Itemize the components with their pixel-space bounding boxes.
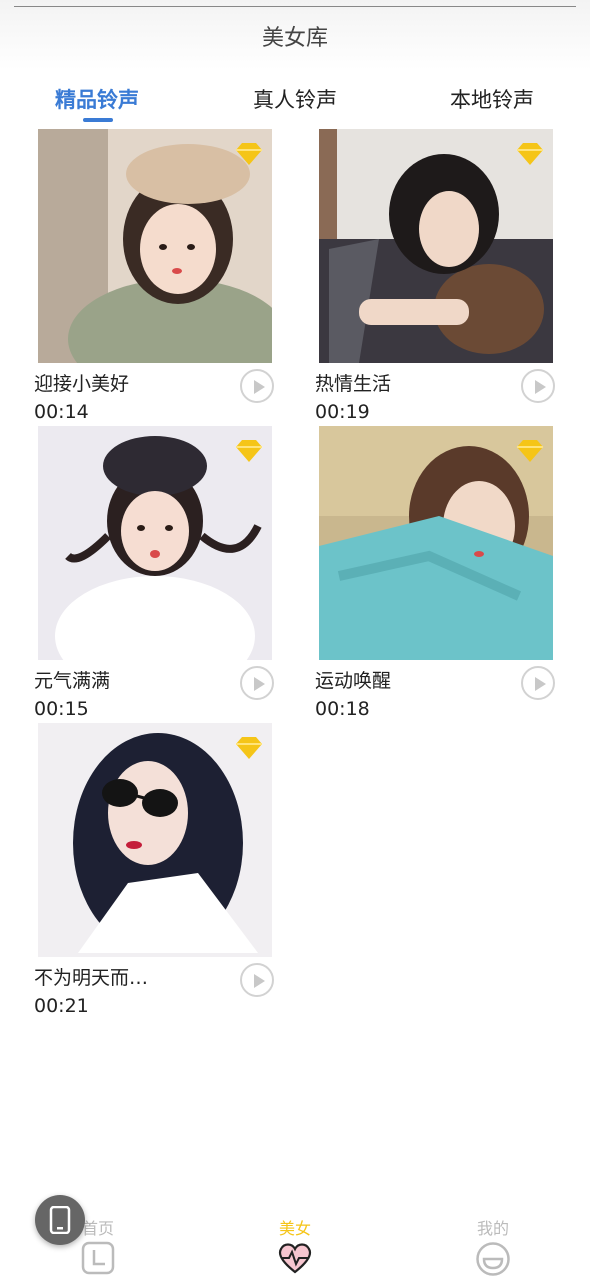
ringtone-thumbnail[interactable] (38, 426, 272, 660)
ringtone-card[interactable]: 不为明天而… 00:21 (34, 723, 274, 1017)
play-icon[interactable] (521, 369, 555, 403)
ringtone-title: 不为明天而… (34, 967, 149, 989)
nav-label: 我的 (476, 1219, 509, 1238)
status-line (14, 6, 576, 7)
floating-phone-button[interactable] (35, 1195, 85, 1245)
play-icon[interactable] (240, 369, 274, 403)
ringtone-thumbnail[interactable] (38, 129, 272, 363)
heart-icon (278, 1243, 312, 1274)
play-icon[interactable] (521, 666, 555, 700)
ringtone-duration: 00:18 (315, 698, 370, 720)
play-icon[interactable] (240, 666, 274, 700)
ringtone-title: 热情生活 (315, 373, 392, 395)
ringtone-duration: 00:14 (34, 401, 89, 423)
clock-icon (81, 1241, 115, 1275)
ringtone-title: 运动唤醒 (315, 670, 392, 692)
ringtone-thumbnail[interactable] (319, 129, 553, 363)
smile-icon (476, 1242, 510, 1276)
play-icon[interactable] (240, 963, 274, 997)
ringtone-card[interactable]: 运动唤醒 00:18 (315, 426, 555, 720)
premium-diamond-icon (236, 737, 262, 759)
premium-diamond-icon (236, 440, 262, 462)
ringtone-duration: 00:15 (34, 698, 89, 720)
tab-premium-ringtones[interactable]: 精品铃声 (55, 84, 139, 114)
nav-mine[interactable]: 我的 (463, 1215, 523, 1277)
ringtone-card[interactable]: 元气满满 00:15 (34, 426, 274, 720)
ringtone-duration: 00:19 (315, 401, 370, 423)
ringtone-thumbnail[interactable] (319, 426, 553, 660)
ringtone-title: 迎接小美好 (34, 373, 130, 395)
page-title: 美女库 (261, 26, 328, 51)
ringtone-duration: 00:21 (34, 995, 89, 1017)
ringtone-card[interactable]: 热情生活 00:19 (315, 129, 555, 423)
nav-beauty[interactable]: 美女 (265, 1215, 325, 1275)
tab-voice-ringtones[interactable]: 真人铃声 (253, 84, 337, 114)
phone-icon (49, 1206, 71, 1234)
tab-active-indicator (83, 118, 113, 122)
nav-label: 美女 (278, 1219, 311, 1238)
ringtone-title: 元气满满 (34, 670, 111, 692)
tab-local-ringtones[interactable]: 本地铃声 (450, 84, 534, 114)
ringtone-card[interactable]: 迎接小美好 00:14 (34, 129, 274, 423)
premium-diamond-icon (517, 143, 543, 165)
tab-bar: 精品铃声 真人铃声 本地铃声 (0, 80, 590, 130)
premium-diamond-icon (236, 143, 262, 165)
premium-diamond-icon (517, 440, 543, 462)
header-bar: 美女库 (0, 0, 590, 70)
bottom-nav: 首页 美女 我的 (0, 1205, 590, 1280)
ringtone-thumbnail[interactable] (38, 723, 272, 957)
